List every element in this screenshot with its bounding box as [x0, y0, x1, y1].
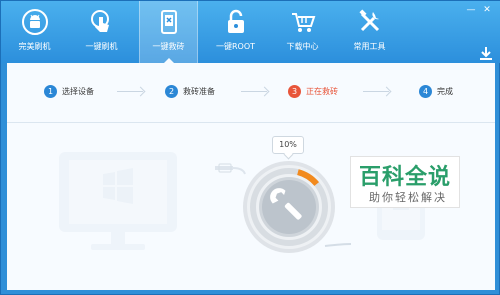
nav-item-unbrick[interactable]: 一键救砖	[139, 1, 198, 64]
nav-item-root[interactable]: 一键ROOT	[206, 1, 265, 63]
nav-label: 常用工具	[353, 42, 386, 51]
step-arrow	[363, 91, 389, 92]
top-toolbar: 完美刷机 一键刷机 一键救砖 一键ROOT 下载中心 常用工具 — ✕	[1, 1, 500, 64]
unlock-icon	[221, 7, 251, 37]
shopping-cart-icon	[288, 7, 318, 37]
android-robot-icon	[20, 7, 50, 37]
computer-monitor-icon	[59, 152, 177, 250]
watermark-logo: 百科全说 助你轻松解决	[350, 156, 460, 208]
step-label: 选择设备	[62, 87, 94, 96]
progress-dial	[243, 161, 335, 253]
step-number: 2	[165, 85, 178, 98]
minimize-icon[interactable]: —	[463, 4, 479, 16]
step-label: 正在救砖	[306, 87, 338, 96]
nav-label: 下载中心	[286, 42, 319, 51]
tap-hand-icon	[87, 7, 117, 37]
close-icon[interactable]: ✕	[479, 4, 495, 16]
nav-item-one-click-flash[interactable]: 一键刷机	[72, 1, 131, 63]
main-nav: 完美刷机 一键刷机 一键救砖 一键ROOT 下载中心 常用工具	[1, 1, 407, 64]
nav-item-download-center[interactable]: 下载中心	[273, 1, 332, 63]
nav-label: 一键ROOT	[215, 42, 256, 51]
window-controls: — ✕	[463, 4, 495, 16]
step-arrow	[241, 91, 267, 92]
nav-label: 一键救砖	[152, 42, 185, 51]
tools-icon	[355, 7, 385, 37]
watermark-title: 百科全说	[359, 165, 452, 190]
nav-item-perfect-flash[interactable]: 完美刷机	[5, 1, 64, 63]
step-number: 3	[288, 85, 301, 98]
watermark-subtitle: 助你轻松解决	[369, 191, 447, 204]
step-number: 1	[44, 85, 57, 98]
step-1: 1 选择设备	[44, 85, 94, 98]
step-label: 救砖准备	[183, 87, 215, 96]
step-4: 4 完成	[419, 85, 453, 98]
progress-percent-label: 10%	[272, 136, 304, 154]
nav-label: 一键刷机	[85, 42, 118, 51]
step-number: 4	[419, 85, 432, 98]
app-window: 完美刷机 一键刷机 一键救砖 一键ROOT 下载中心 常用工具 — ✕ 1 选择…	[0, 0, 500, 295]
phone-repair-icon	[154, 7, 184, 37]
step-2: 2 救砖准备	[165, 85, 215, 98]
step-arrow	[117, 91, 143, 92]
nav-label: 完美刷机	[18, 42, 51, 51]
nav-item-tools[interactable]: 常用工具	[340, 1, 399, 63]
step-3: 3 正在救砖	[288, 85, 338, 98]
download-icon[interactable]	[479, 45, 493, 60]
step-label: 完成	[437, 87, 453, 96]
usb-plug-icon	[215, 163, 246, 175]
step-indicator: 1 选择设备 2 救砖准备 3 正在救砖 4 完成	[7, 63, 495, 123]
